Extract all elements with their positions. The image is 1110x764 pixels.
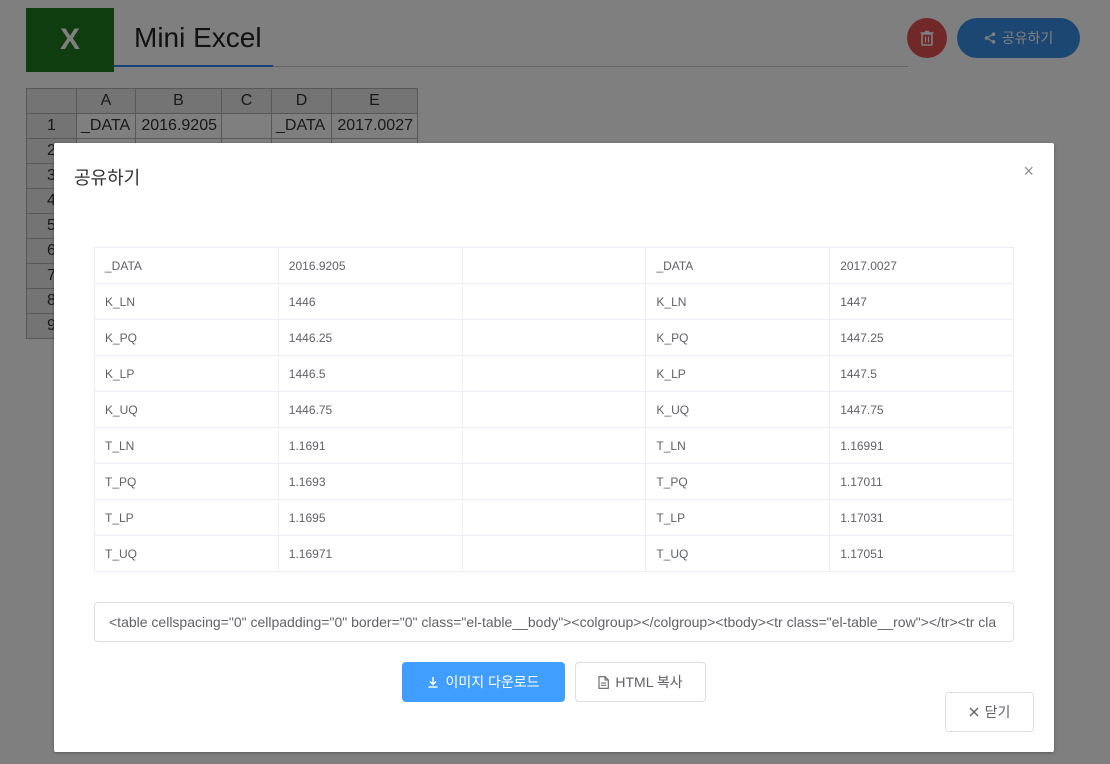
table-cell: 1.16971 [277,535,463,572]
table-row: _DATA 2016.9205 _DATA 2017.0027 [94,247,1014,284]
dialog-title: 공유하기 [74,168,141,188]
table-cell: _DATA [94,247,279,284]
table-cell: 1446.25 [277,319,463,356]
close-button[interactable]: 닫기 [945,692,1034,732]
table-cell: 1447 [829,283,1014,320]
table-cell: 1.17051 [829,535,1014,572]
table-row: K_LP 1446.5 K_LP 1447.5 [94,355,1014,392]
table-cell: T_LN [94,427,279,464]
table-cell: 2016.9205 [277,247,463,284]
table-cell: T_UQ [94,535,279,572]
table-cell: K_UQ [94,391,279,428]
table-cell [461,535,647,572]
table-row: T_LP 1.1695 T_LP 1.17031 [94,499,1014,536]
share-dialog: 공유하기 × _DATA 2016.9205 _DATA 2017.0027 K_LN 1… [54,143,1054,752]
copy-html-button[interactable]: HTML 복사 [575,662,706,702]
table-cell: T_LP [645,499,831,536]
html-code-field[interactable]: <table cellspacing="0" cellpadding="0" b… [94,602,1014,642]
table-cell: 1.1695 [277,499,463,536]
table-cell: T_UQ [645,535,831,572]
table-cell: T_LP [94,499,279,536]
table-cell [461,283,647,320]
table-cell: _DATA [645,247,831,284]
table-row: K_PQ 1446.25 K_PQ 1447.25 [94,319,1014,356]
table-cell: 1.17031 [829,499,1014,536]
table-cell: T_LN [645,427,831,464]
copy-label: HTML 복사 [615,674,683,690]
table-cell [461,463,647,500]
download-icon [427,676,439,688]
x-icon [969,707,979,717]
download-label: 이미지 다운로드 [445,674,540,690]
table-cell [461,427,647,464]
table-cell: 1.16991 [829,427,1014,464]
table-cell: 2017.0027 [829,247,1014,284]
table-cell [461,391,647,428]
table-cell [461,319,647,356]
table-cell: T_PQ [94,463,279,500]
table-row: T_PQ 1.1693 T_PQ 1.17011 [94,463,1014,500]
table-cell: K_LP [645,355,831,392]
table-row: T_LN 1.1691 T_LN 1.16991 [94,427,1014,464]
table-cell: 1447.5 [829,355,1014,392]
table-cell: T_PQ [645,463,831,500]
document-icon [598,675,610,689]
table-cell: K_LP [94,355,279,392]
table-cell: 1.17011 [829,463,1014,500]
table-cell: K_LN [645,283,831,320]
table-cell: 1446 [277,283,463,320]
table-row: K_LN 1446 K_LN 1447 [94,283,1014,320]
table-cell: K_PQ [645,319,831,356]
table-cell: 1.1693 [277,463,463,500]
table-row: K_UQ 1446.75 K_UQ 1447.75 [94,391,1014,428]
table-cell [461,247,647,284]
table-cell: 1447.25 [829,319,1014,356]
close-icon[interactable]: × [1023,162,1034,180]
table-cell: K_UQ [645,391,831,428]
table-cell [461,355,647,392]
table-cell: 1446.5 [277,355,463,392]
table-cell: 1.1691 [277,427,463,464]
table-cell [461,499,647,536]
table-row: T_UQ 1.16971 T_UQ 1.17051 [94,535,1014,572]
table-cell: 1447.75 [829,391,1014,428]
close-label: 닫기 [984,704,1011,720]
download-image-button[interactable]: 이미지 다운로드 [402,662,565,702]
table-cell: K_LN [94,283,279,320]
table-cell: 1446.75 [277,391,463,428]
table-cell: K_PQ [94,319,279,356]
preview-table: _DATA 2016.9205 _DATA 2017.0027 K_LN 1446 K_LN… [94,247,1014,572]
